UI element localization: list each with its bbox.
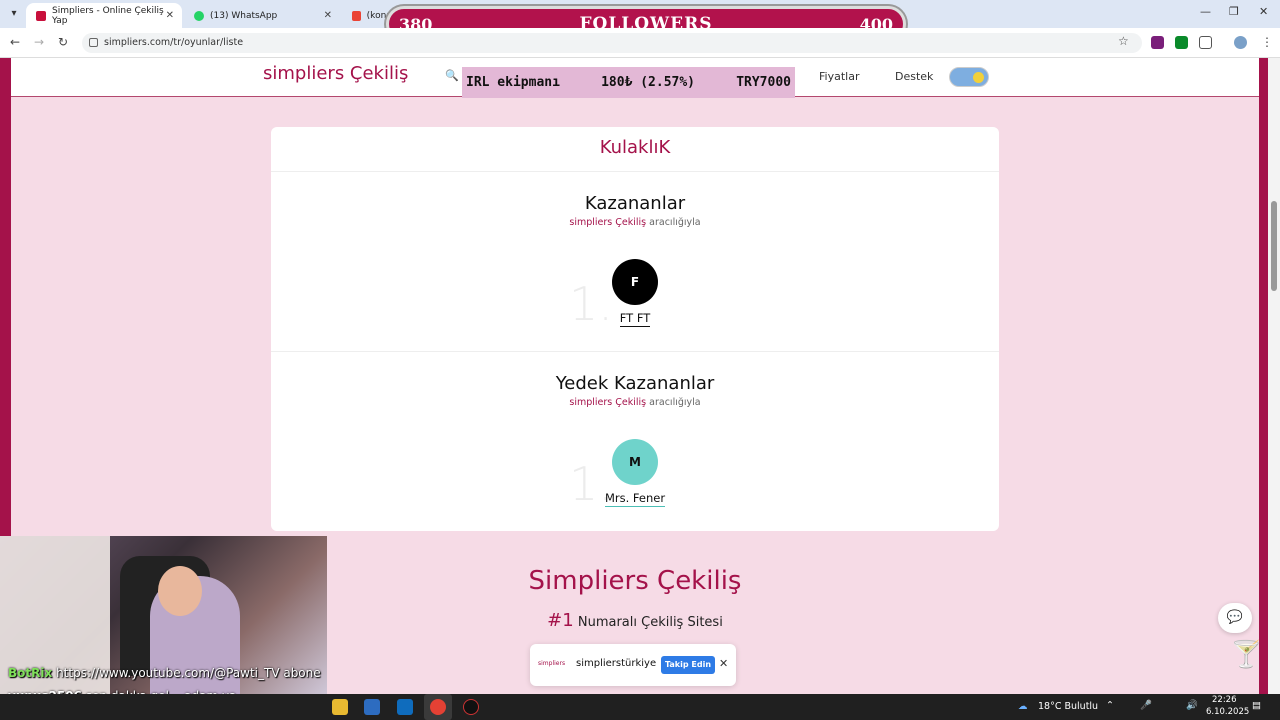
restore-icon[interactable]: ❐	[1229, 5, 1239, 18]
follow-popup: simpliers simplierstürkiye Takip Edin ✕	[530, 644, 736, 686]
via-suffix: aracılığıyla	[649, 397, 701, 408]
ticker-goal: TRY7000	[736, 75, 791, 90]
tab-gmail[interactable]: (konu	[342, 3, 392, 28]
giveaway-title: KulaklıK	[599, 137, 671, 158]
simpliers-favicon-icon	[36, 10, 46, 21]
profile-avatar[interactable]	[1234, 36, 1247, 49]
footer-sub-text: Numaralı Çekiliş Sitesi	[577, 615, 723, 630]
close-icon[interactable]: ✕	[166, 10, 174, 21]
tab-title: Simpliers - Online Çekiliş Yap	[52, 5, 164, 26]
reload-icon[interactable]: ↻	[58, 35, 68, 49]
tab-whatsapp[interactable]: (13) WhatsApp ✕	[184, 3, 340, 28]
backup-avatar: M	[612, 439, 658, 485]
donation-ticker: IRL ekipmanı 180₺ (2.57%) TRY7000	[462, 67, 795, 98]
weather-text[interactable]: 18°C Bulutlu	[1038, 701, 1098, 712]
footer-subtitle: #1 Numaralı Çekiliş Sitesi	[271, 610, 999, 631]
close-icon[interactable]: ✕	[324, 10, 332, 21]
nav-link-pricing[interactable]: Fiyatlar	[819, 70, 859, 83]
forward-icon[interactable]: →	[34, 35, 44, 49]
via-line: simpliers Çekiliş aracılığıyla	[271, 217, 999, 228]
via-brand: simpliers Çekiliş	[569, 397, 647, 408]
clock-time[interactable]: 22:26	[1212, 695, 1237, 705]
via-line: simpliers Çekiliş aracılığıyla	[271, 397, 999, 408]
follow-account-name: simplierstürkiye	[576, 658, 657, 669]
extension-icon[interactable]	[1175, 36, 1188, 49]
search-icon[interactable]: 🔍	[445, 69, 459, 82]
page-scrollbar[interactable]	[1268, 58, 1280, 694]
chat-user: BotRix	[8, 666, 53, 680]
mic-icon[interactable]: 🎤	[1140, 700, 1152, 711]
site-info-icon[interactable]	[89, 38, 98, 47]
clock-date[interactable]: 6.10.2025	[1206, 707, 1249, 717]
winner-name[interactable]: FT FT	[575, 311, 695, 327]
winners-heading: Kazananlar	[584, 193, 686, 214]
extension-icon[interactable]	[1151, 36, 1164, 49]
chrome-icon[interactable]	[430, 699, 446, 715]
menu-dots-icon[interactable]: ⋮	[1261, 35, 1273, 49]
url-text: simpliers.com/tr/oyunlar/liste	[104, 37, 244, 48]
windows-taskbar: ☁ 18°C Bulutlu ⌃ 🎤 🔊 22:26 6.10.2025 ▤	[0, 694, 1280, 720]
tab-title: (13) WhatsApp	[210, 10, 278, 21]
webcam-face	[158, 566, 202, 616]
simpliers-logo: simpliers	[538, 660, 566, 667]
via-brand: simpliers Çekiliş	[569, 217, 647, 228]
giveaway-result-card: KulaklıK Kazananlar simpliers Çekiliş ar…	[271, 127, 999, 531]
window-close-icon[interactable]: ✕	[1259, 5, 1268, 18]
via-suffix: aracılığıyla	[649, 217, 701, 228]
footer-hash: #1	[547, 610, 574, 631]
file-explorer-icon[interactable]	[332, 699, 348, 715]
nav-link-support[interactable]: Destek	[895, 70, 933, 83]
back-icon[interactable]: ←	[10, 35, 20, 49]
page-left-border	[0, 58, 11, 536]
notifications-icon[interactable]: ▤	[1252, 700, 1261, 711]
obs-icon[interactable]	[463, 699, 479, 715]
extensions-puzzle-icon[interactable]	[1199, 36, 1212, 49]
scrollbar-thumb[interactable]	[1271, 201, 1277, 291]
address-bar-row: ← → ↻ simpliers.com/tr/oyunlar/liste ☆ ⋮	[0, 28, 1280, 58]
chevron-up-icon[interactable]: ⌃	[1106, 700, 1114, 711]
store-icon[interactable]	[364, 699, 380, 715]
ticker-amount: 180₺ (2.57%)	[601, 75, 696, 90]
weather-icon: ☁	[1018, 701, 1028, 712]
tab-simpliers[interactable]: Simpliers - Online Çekiliş Yap ✕	[26, 3, 182, 28]
stream-chat-line: BotRix https://www.youtube.com/@Pawti_TV…	[8, 666, 321, 680]
backup-name-text: Mrs. Fener	[604, 491, 666, 507]
gmail-icon	[352, 10, 361, 21]
theme-toggle[interactable]	[949, 67, 989, 87]
close-icon[interactable]: ✕	[719, 657, 728, 670]
url-field[interactable]: simpliers.com/tr/oyunlar/liste	[82, 33, 1142, 53]
backup-name[interactable]: Mrs. Fener	[575, 491, 695, 507]
divider	[271, 171, 999, 172]
whatsapp-icon	[194, 10, 204, 21]
winner-name-text: FT FT	[619, 311, 651, 327]
cocktail-glass-icon: 🍸	[1230, 640, 1263, 670]
ticker-name: IRL ekipmanı	[466, 75, 560, 90]
backup-winners-heading: Yedek Kazananlar	[555, 373, 715, 394]
sun-icon	[973, 72, 984, 83]
volume-icon[interactable]: 🔊	[1186, 700, 1198, 711]
chat-text: https://www.youtube.com/@Pawti_TV abone	[56, 666, 321, 680]
bookmark-star-icon[interactable]: ☆	[1118, 34, 1129, 48]
footer-title: Simpliers Çekiliş	[528, 566, 742, 596]
winner-avatar: F	[612, 259, 658, 305]
follow-button[interactable]: Takip Edin	[661, 656, 715, 674]
divider	[271, 351, 999, 352]
chat-bubble-icon[interactable]: 💬	[1218, 603, 1252, 633]
minimize-icon[interactable]: —	[1200, 5, 1211, 18]
outlook-icon[interactable]	[397, 699, 413, 715]
tab-search-icon[interactable]: ▾	[6, 6, 22, 22]
page-right-border	[1259, 58, 1268, 694]
site-logo[interactable]: simpliers Çekiliş	[263, 63, 408, 84]
